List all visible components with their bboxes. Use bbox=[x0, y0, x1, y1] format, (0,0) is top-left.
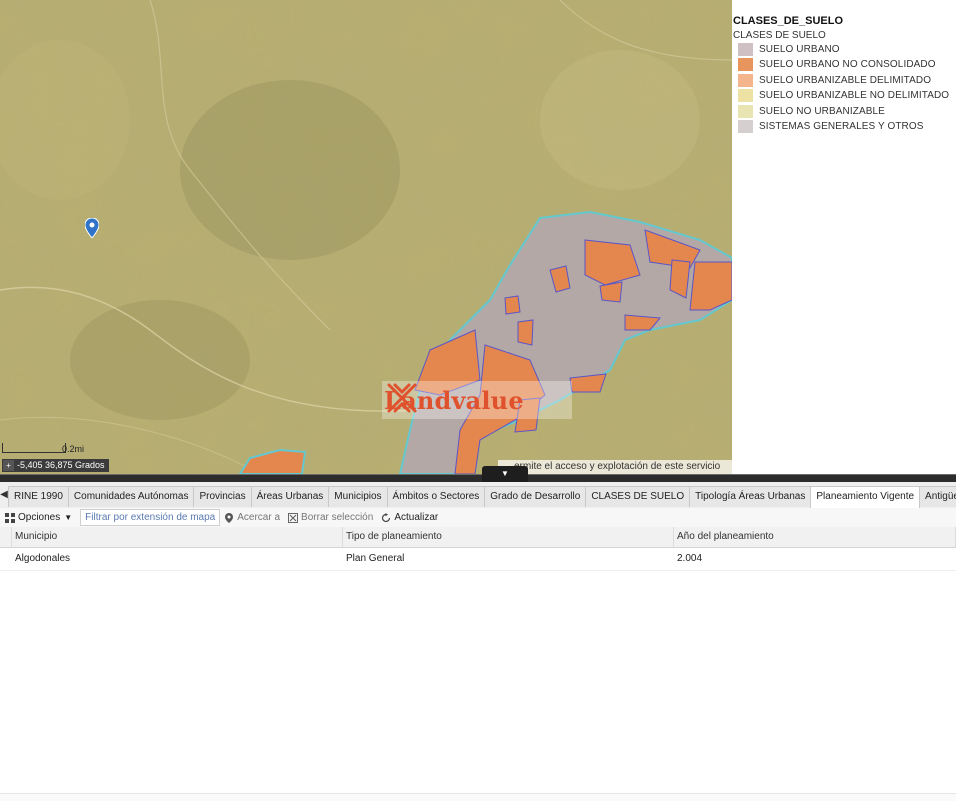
refresh-button[interactable]: Actualizar bbox=[381, 512, 438, 523]
table-row[interactable]: Algodonales Plan General 2.004 bbox=[0, 548, 956, 571]
legend-item: SISTEMAS GENERALES Y OTROS bbox=[738, 119, 924, 133]
legend-swatch bbox=[738, 42, 753, 56]
legend-swatch bbox=[738, 88, 753, 102]
legend-item: SUELO URBANO bbox=[738, 42, 840, 56]
legend-subtitle: CLASES DE SUELO bbox=[733, 30, 826, 41]
legend-item: SUELO URBANIZABLE NO DELIMITADO bbox=[738, 88, 949, 102]
row-selector-header bbox=[0, 527, 12, 547]
clear-selection-icon bbox=[288, 512, 299, 523]
scale-label: 0.2mi bbox=[61, 444, 84, 454]
column-header-municipio[interactable]: Municipio bbox=[12, 527, 343, 547]
options-button[interactable]: Opciones ▼ bbox=[5, 512, 72, 523]
chevron-down-icon: ▼ bbox=[501, 469, 509, 478]
tab-provincias[interactable]: Provincias bbox=[193, 486, 252, 507]
column-header-tipo-planeamiento[interactable]: Tipo de planeamiento bbox=[343, 527, 674, 547]
legend-swatch bbox=[738, 57, 753, 71]
legend-title: CLASES_DE_SUELO bbox=[733, 15, 844, 27]
landvalue-logo-icon bbox=[387, 383, 417, 413]
tab-antiguedad-planeamiento[interactable]: Antigüedad Planeamiento bbox=[919, 486, 956, 507]
clear-selection-button[interactable]: Borrar selección bbox=[288, 512, 373, 523]
column-header-ano-planeamiento[interactable]: Año del planeamiento bbox=[674, 527, 956, 547]
legend-panel: CLASES_DE_SUELO CLASES DE SUELO SUELO UR… bbox=[732, 0, 956, 474]
legend-swatch bbox=[738, 104, 753, 118]
coordinate-readout: + -5,405 36,875 Grados bbox=[2, 459, 109, 472]
tab-clases-de-suelo[interactable]: CLASES DE SUELO bbox=[585, 486, 691, 507]
cell-municipio: Algodonales bbox=[15, 553, 71, 564]
layer-tabs: ◀ RINE 1990 Comunidades Autónomas Provin… bbox=[0, 482, 956, 509]
tab-rine-1990[interactable]: RINE 1990 bbox=[8, 486, 69, 507]
legend-item: SUELO URBANIZABLE DELIMITADO bbox=[738, 73, 931, 87]
attribute-table: Municipio Tipo de planeamiento Año del p… bbox=[0, 527, 956, 571]
tab-comunidades-autonomas[interactable]: Comunidades Autónomas bbox=[67, 486, 195, 507]
coordinate-toggle-icon[interactable]: + bbox=[3, 460, 14, 471]
tab-ambitos-sectores[interactable]: Ámbitos o Sectores bbox=[386, 486, 486, 507]
map-attribution: ermite el acceso y explotación de este s… bbox=[498, 460, 732, 474]
tab-municipios[interactable]: Municipios bbox=[328, 486, 388, 507]
tabs-scroll-left-icon[interactable]: ◀ bbox=[0, 487, 8, 503]
map-canvas[interactable] bbox=[0, 0, 732, 474]
grid-icon bbox=[5, 512, 15, 523]
location-marker-icon bbox=[225, 512, 234, 523]
map-view[interactable]: Landvalue 0.2mi + -5,405 36,875 Grados e… bbox=[0, 0, 732, 474]
tab-grado-desarrollo[interactable]: Grado de Desarrollo bbox=[484, 486, 587, 507]
tab-list: RINE 1990 Comunidades Autónomas Provinci… bbox=[8, 486, 956, 508]
legend-item: SUELO URBANO NO CONSOLIDADO bbox=[738, 57, 936, 71]
tab-planeamiento-vigente[interactable]: Planeamiento Vigente bbox=[810, 486, 921, 508]
cell-tipo-planeamiento: Plan General bbox=[346, 553, 405, 564]
refresh-icon bbox=[382, 512, 391, 522]
table-header: Municipio Tipo de planeamiento Año del p… bbox=[0, 527, 956, 548]
cell-ano-planeamiento: 2.004 bbox=[677, 553, 703, 564]
coordinate-text: -5,405 36,875 Grados bbox=[17, 460, 105, 470]
tab-areas-urbanas[interactable]: Áreas Urbanas bbox=[250, 486, 330, 507]
zoom-to-button[interactable]: Acercar a bbox=[224, 512, 280, 523]
scale-bar: 0.2mi bbox=[2, 443, 84, 455]
legend-swatch bbox=[738, 119, 753, 133]
legend-swatch bbox=[738, 73, 753, 87]
landvalue-watermark: Landvalue bbox=[382, 381, 572, 419]
location-pin-icon[interactable] bbox=[85, 218, 99, 238]
tab-tipologia-areas-urbanas[interactable]: Tipología Áreas Urbanas bbox=[689, 486, 812, 507]
chevron-down-icon: ▼ bbox=[64, 513, 73, 522]
legend-item: SUELO NO URBANIZABLE bbox=[738, 104, 885, 118]
table-toolbar: Opciones ▼ Filtrar por extensión de mapa… bbox=[0, 508, 956, 528]
collapse-panel-button[interactable]: ▼ bbox=[482, 466, 528, 482]
row-selector[interactable] bbox=[0, 548, 12, 570]
filter-extent-button[interactable]: Filtrar por extensión de mapa bbox=[80, 509, 221, 526]
